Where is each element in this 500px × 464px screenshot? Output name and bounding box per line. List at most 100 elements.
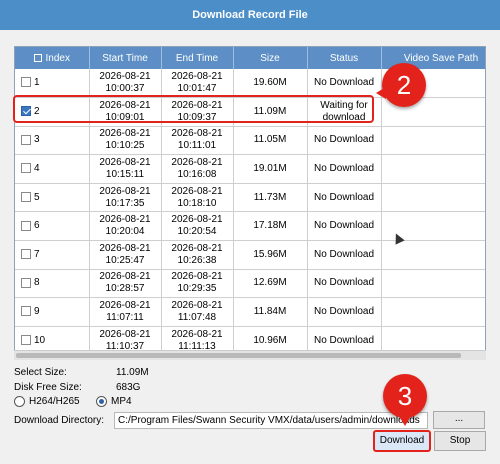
start-time-cell-time: 10:10:25 — [105, 140, 145, 152]
start-time-cell: 2026-08-21 10:20:04 — [89, 211, 162, 242]
row-index-label: 1 — [34, 77, 40, 89]
end-time-cell-time: 10:18:10 — [177, 197, 217, 209]
end-time-cell-date: 2026-08-21 — [171, 71, 223, 83]
row-select-checkbox[interactable] — [21, 249, 31, 260]
status-cell: No Download — [307, 183, 382, 213]
select-size-label: Select Size: — [14, 367, 67, 378]
column-header-size[interactable]: Size — [233, 47, 308, 69]
row-select-checkbox[interactable] — [21, 192, 31, 203]
format-radio-mp4[interactable]: MP4 — [96, 396, 132, 407]
size-cell: 11.84M — [233, 297, 308, 327]
status-cell: No Download — [307, 154, 382, 184]
end-time-cell-time: 10:26:38 — [177, 254, 217, 266]
annotation-step-3-badge: 3 — [383, 374, 427, 426]
row-index-label: 5 — [34, 191, 40, 203]
size-cell: 19.01M — [233, 154, 308, 184]
row-select-checkbox[interactable] — [21, 277, 31, 288]
download-button[interactable]: Download — [373, 430, 431, 452]
start-time-cell-date: 2026-08-21 — [99, 71, 151, 83]
end-time-cell-date: 2026-08-21 — [171, 157, 223, 169]
table-row[interactable]: 7 2026-08-21 10:25:47 2026-08-21 10:26:38 15.… — [15, 240, 485, 270]
download-directory-input[interactable]: C:/Program Files/Swann Security VMX/data… — [114, 412, 428, 429]
row-index-cell[interactable]: 9 — [15, 297, 90, 327]
row-index-cell[interactable]: 6 — [15, 211, 90, 242]
start-time-cell: 2026-08-21 10:00:37 — [89, 69, 162, 99]
end-time-cell-time: 10:16:08 — [177, 169, 217, 181]
row-select-checkbox[interactable] — [21, 335, 31, 345]
start-time-cell-date: 2026-08-21 — [99, 328, 151, 340]
size-cell: 11.73M — [233, 183, 308, 213]
size-cell: 12.69M — [233, 269, 308, 299]
start-time-cell-time: 10:28:57 — [105, 283, 145, 295]
row-index-label: 9 — [34, 306, 40, 318]
download-directory-label: Download Directory: — [14, 415, 105, 426]
row-index-label: 6 — [34, 220, 40, 232]
start-time-cell-date: 2026-08-21 — [99, 128, 151, 140]
radio-mp4-icon[interactable] — [96, 396, 107, 407]
video-save-path-cell — [381, 183, 485, 213]
row-index-cell[interactable]: 4 — [15, 154, 90, 184]
end-time-cell-date: 2026-08-21 — [171, 300, 223, 312]
status-cell: No Download — [307, 69, 382, 99]
end-time-cell-time: 10:20:54 — [177, 226, 217, 238]
start-time-cell: 2026-08-21 10:28:57 — [89, 269, 162, 299]
start-time-cell: 2026-08-21 10:10:25 — [89, 126, 162, 156]
row-index-label: 8 — [34, 277, 40, 289]
row-select-checkbox[interactable] — [21, 134, 31, 145]
start-time-cell-date: 2026-08-21 — [99, 242, 151, 254]
row-index-label: 4 — [34, 163, 40, 175]
row-index-label: 3 — [34, 134, 40, 146]
start-time-cell-time: 10:17:35 — [105, 197, 145, 209]
start-time-cell-date: 2026-08-21 — [99, 271, 151, 283]
radio-h264-h265-icon[interactable] — [14, 396, 25, 407]
video-save-path-cell — [381, 297, 485, 327]
row-select-checkbox[interactable] — [21, 77, 31, 88]
table-row[interactable]: 9 2026-08-21 11:07:11 2026-08-21 11:07:48 11.… — [15, 297, 485, 327]
stop-button[interactable]: Stop — [434, 431, 486, 451]
row-select-checkbox[interactable] — [21, 306, 31, 317]
annotation-step-2-badge: 2 — [376, 63, 426, 107]
start-time-cell-date: 2026-08-21 — [99, 157, 151, 169]
column-header-start-time[interactable]: Start Time — [89, 47, 162, 69]
end-time-cell-date: 2026-08-21 — [171, 214, 223, 226]
table-row[interactable]: 3 2026-08-21 10:10:25 2026-08-21 10:11:01 11.… — [15, 126, 485, 156]
row-index-cell[interactable]: 8 — [15, 269, 90, 299]
end-time-cell-date: 2026-08-21 — [171, 242, 223, 254]
table-row[interactable]: 8 2026-08-21 10:28:57 2026-08-21 10:29:35 12.… — [15, 269, 485, 299]
dialog-title: Download Record File — [0, 0, 500, 30]
table-row[interactable]: 4 2026-08-21 10:15:11 2026-08-21 10:16:08 19.… — [15, 154, 485, 184]
row-select-checkbox[interactable] — [21, 220, 31, 231]
end-time-cell: 2026-08-21 10:16:08 — [161, 154, 234, 184]
row-index-cell[interactable]: 7 — [15, 240, 90, 270]
row-index-label: 7 — [34, 248, 40, 260]
select-all-checkbox[interactable] — [33, 53, 42, 62]
horizontal-scrollbar[interactable] — [14, 350, 486, 360]
select-size-value: 11.09M — [116, 367, 149, 378]
row-select-checkbox[interactable] — [21, 163, 31, 174]
row-index-cell[interactable]: 5 — [15, 183, 90, 213]
scrollbar-thumb[interactable] — [16, 353, 461, 358]
start-time-cell-time: 10:25:47 — [105, 254, 145, 266]
end-time-cell-time: 11:07:48 — [177, 312, 217, 324]
video-save-path-cell — [381, 126, 485, 156]
size-cell: 15.96M — [233, 240, 308, 270]
column-header-index[interactable]: Index — [15, 47, 90, 69]
row-index-cell[interactable]: 3 — [15, 126, 90, 156]
table-row[interactable]: 6 2026-08-21 10:20:04 2026-08-21 10:20:54 17.… — [15, 211, 485, 242]
end-time-cell-time: 10:11:01 — [177, 140, 217, 152]
status-cell: No Download — [307, 297, 382, 327]
column-header-status[interactable]: Status — [307, 47, 382, 69]
size-cell: 19.60M — [233, 69, 308, 99]
browse-directory-button[interactable]: ... — [433, 411, 485, 429]
start-time-cell-date: 2026-08-21 — [99, 214, 151, 226]
end-time-cell: 2026-08-21 10:18:10 — [161, 183, 234, 213]
format-radio-h264-h265[interactable]: H264/H265 — [14, 396, 80, 407]
row-index-cell[interactable]: 1 — [15, 69, 90, 99]
column-header-end-time[interactable]: End Time — [161, 47, 234, 69]
start-time-cell: 2026-08-21 10:15:11 — [89, 154, 162, 184]
disk-free-size-label: Disk Free Size: — [14, 382, 82, 393]
table-row[interactable]: 5 2026-08-21 10:17:35 2026-08-21 10:18:10 11.… — [15, 183, 485, 213]
status-cell: No Download — [307, 126, 382, 156]
size-cell: 17.18M — [233, 211, 308, 242]
start-time-cell: 2026-08-21 10:17:35 — [89, 183, 162, 213]
